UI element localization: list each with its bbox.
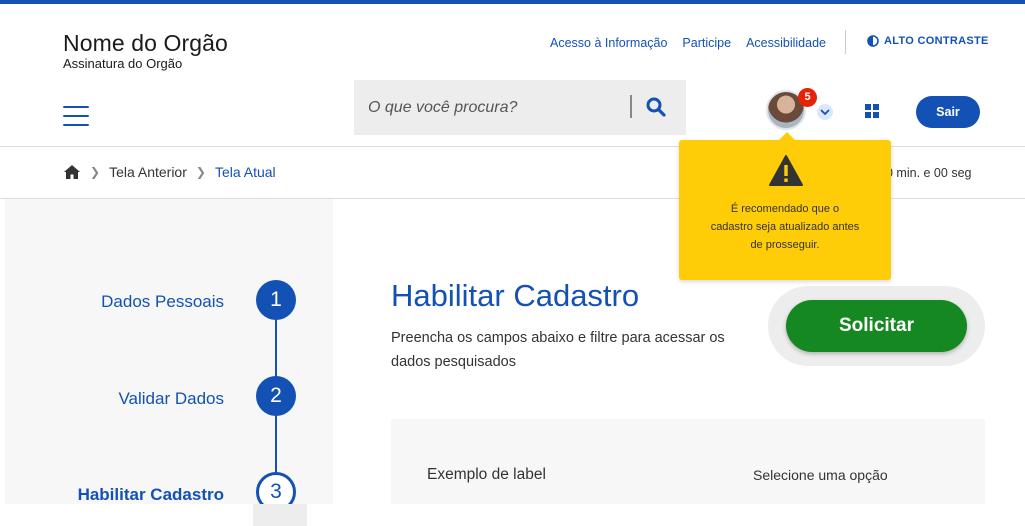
menu-button[interactable] <box>63 106 89 126</box>
apps-grid-icon <box>865 104 871 110</box>
form-field-label: Exemplo de label <box>427 466 546 483</box>
search-box <box>354 80 686 135</box>
steps-panel <box>5 199 333 504</box>
chevron-right-icon: ❯ <box>195 165 206 179</box>
org-subtitle: Assinatura do Orgão <box>63 56 183 71</box>
top-accent-bar <box>0 0 1025 4</box>
step-label-habilitar-cadastro[interactable]: Habilitar Cadastro <box>0 485 224 505</box>
org-name[interactable]: Nome do Orgão <box>63 30 228 57</box>
scrollbar-thumb[interactable] <box>253 504 307 526</box>
search-button[interactable] <box>644 95 668 119</box>
link-participe[interactable]: Participe <box>682 36 731 50</box>
chevron-right-icon: ❯ <box>90 165 101 179</box>
page-description: Preencha os campos abaixo e filtre para … <box>391 330 725 370</box>
form-card <box>391 419 985 504</box>
search-separator <box>630 95 632 118</box>
search-input[interactable] <box>368 96 623 120</box>
high-contrast-toggle[interactable]: ALTO CONTRASTE <box>867 35 989 47</box>
tooltip-message: É recomendado que o cadastro seja atuali… <box>710 203 860 251</box>
step-label-validar-dados[interactable]: Validar Dados <box>0 389 224 409</box>
bottom-edge <box>0 504 1025 526</box>
page-title: Habilitar Cadastro <box>391 278 640 313</box>
warning-tooltip: É recomendado que o cadastro seja atuali… <box>679 132 891 280</box>
form-select[interactable]: Selecione uma opção <box>753 467 888 483</box>
user-avatar-button[interactable]: 5 <box>766 88 817 132</box>
search-icon <box>646 97 666 117</box>
step-number-2[interactable]: 2 <box>256 376 296 416</box>
breadcrumb: ❯ Tela Anterior ❯ Tela Atual <box>63 164 276 180</box>
logout-button[interactable]: Sair <box>916 96 980 128</box>
step-number-1[interactable]: 1 <box>256 280 296 320</box>
link-acesso-informacao[interactable]: Acesso à Informação <box>550 36 667 50</box>
user-menu-toggle[interactable] <box>817 104 833 120</box>
contrast-icon <box>867 35 879 47</box>
solicitar-button[interactable]: Solicitar <box>786 300 967 352</box>
session-timer: 0 min. e 00 seg <box>886 166 972 180</box>
notification-badge: 5 <box>798 88 817 107</box>
menu-icon-bar <box>63 115 89 117</box>
top-links: Acesso à Informação Participe Acessibili… <box>550 36 826 50</box>
apps-grid-icon <box>865 112 871 118</box>
warning-icon <box>769 155 803 186</box>
contrast-label: ALTO CONTRASTE <box>884 35 989 47</box>
menu-icon-bar <box>63 124 89 126</box>
apps-grid-icon <box>873 104 879 110</box>
link-acessibilidade[interactable]: Acessibilidade <box>746 36 826 50</box>
home-icon[interactable] <box>63 164 81 180</box>
menu-icon-bar <box>63 106 89 108</box>
apps-grid-button[interactable] <box>865 104 879 118</box>
breadcrumb-previous[interactable]: Tela Anterior <box>109 164 187 180</box>
breadcrumb-current: Tela Atual <box>214 164 276 180</box>
step-label-dados-pessoais[interactable]: Dados Pessoais <box>0 292 224 312</box>
header-divider <box>845 30 846 54</box>
apps-grid-icon <box>873 112 879 118</box>
chevron-down-icon <box>820 109 830 115</box>
